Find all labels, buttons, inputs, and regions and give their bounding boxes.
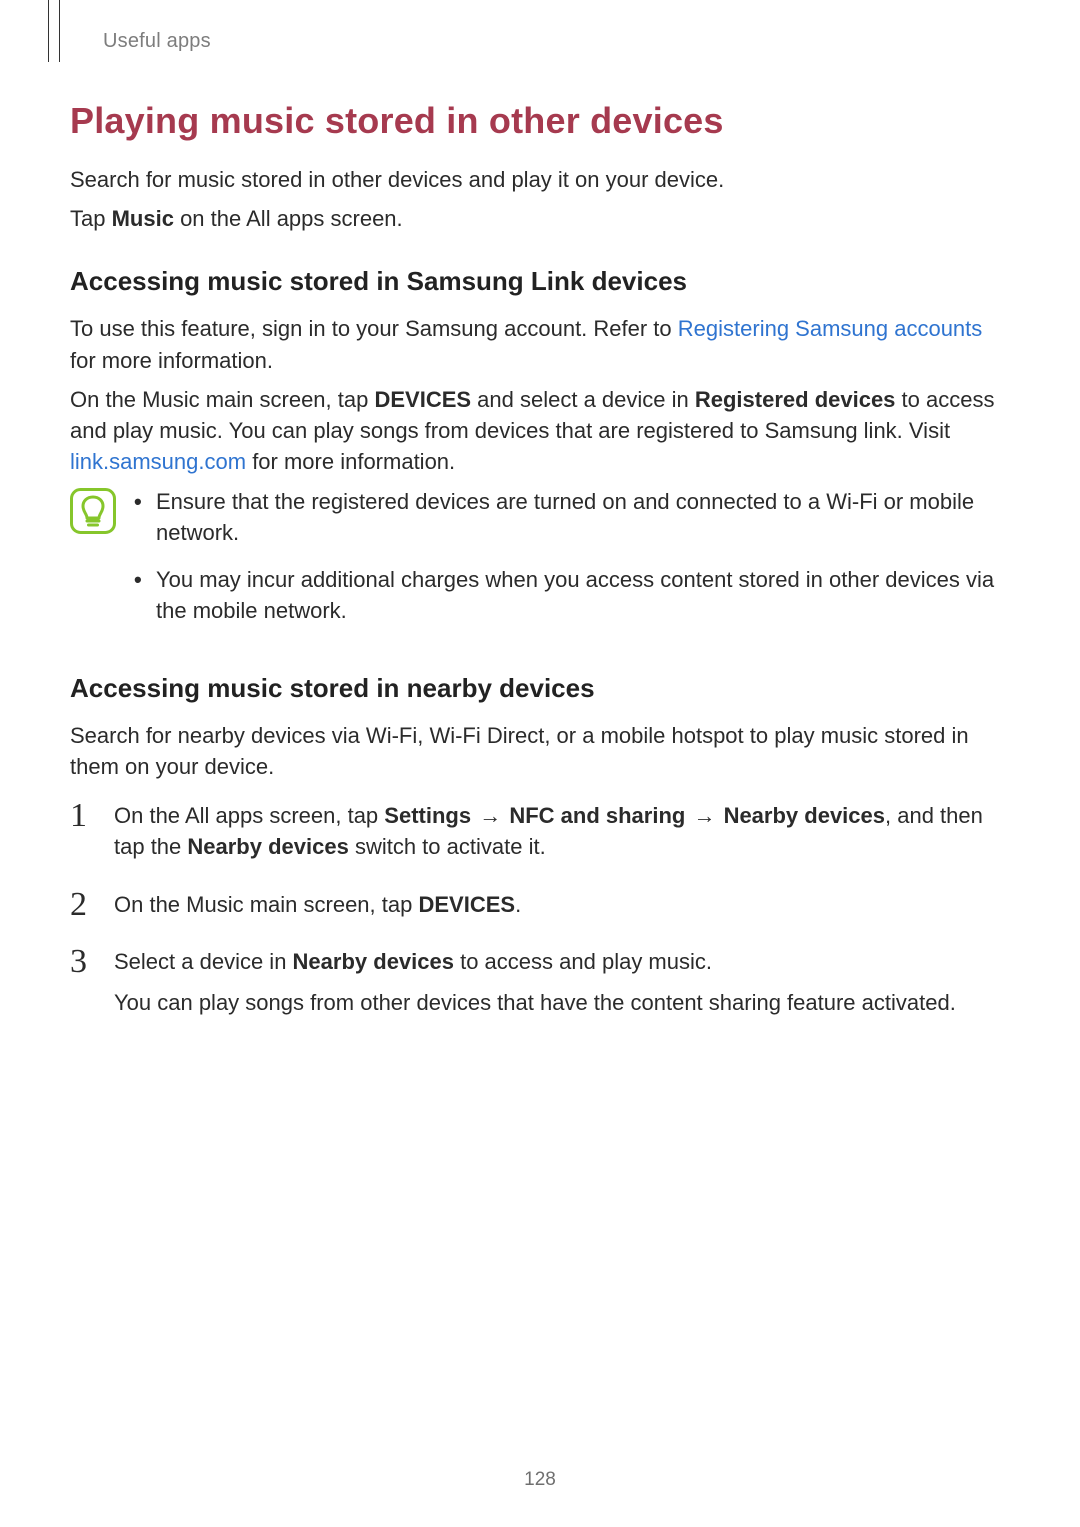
- text: Tap: [70, 206, 112, 231]
- text: and select a device in: [471, 387, 695, 412]
- page-content: Playing music stored in other devices Se…: [70, 100, 1010, 1044]
- note-list: Ensure that the registered devices are t…: [134, 486, 1010, 643]
- samsung-link-p2: On the Music main screen, tap DEVICES an…: [70, 384, 1010, 478]
- bold-nearby-devices: Nearby devices: [724, 803, 885, 828]
- bold-nearby-devices: Nearby devices: [293, 949, 454, 974]
- text: To use this feature, sign in to your Sam…: [70, 316, 678, 341]
- intro-p1: Search for music stored in other devices…: [70, 164, 1010, 195]
- step-3-text: Select a device in Nearby devices to acc…: [114, 946, 1010, 977]
- samsung-link-p1: To use this feature, sign in to your Sam…: [70, 313, 1010, 375]
- step-number: 2: [70, 881, 87, 929]
- step-3-extra: You can play songs from other devices th…: [114, 987, 1010, 1018]
- step-3: 3 Select a device in Nearby devices to a…: [70, 946, 1010, 1018]
- note-block: Ensure that the registered devices are t…: [70, 486, 1010, 643]
- note-icon: [70, 488, 116, 534]
- bold-music: Music: [112, 206, 174, 231]
- text: to access and play music.: [454, 949, 712, 974]
- step-2: 2 On the Music main screen, tap DEVICES.: [70, 889, 1010, 920]
- page-corner-mark: [48, 0, 60, 62]
- note-item: You may incur additional charges when yo…: [134, 564, 1010, 626]
- text: on the All apps screen.: [174, 206, 403, 231]
- step-number: 1: [70, 792, 87, 840]
- text: On the Music main screen, tap: [70, 387, 374, 412]
- note-item: Ensure that the registered devices are t…: [134, 486, 1010, 548]
- text: for more information.: [70, 348, 273, 373]
- nearby-intro: Search for nearby devices via Wi-Fi, Wi-…: [70, 720, 1010, 782]
- text: .: [515, 892, 521, 917]
- text: On the Music main screen, tap: [114, 892, 418, 917]
- section-title: Playing music stored in other devices: [70, 100, 1010, 142]
- bold-devices: DEVICES: [418, 892, 515, 917]
- bold-nfc-sharing: NFC and sharing: [509, 803, 685, 828]
- step-1-text: On the All apps screen, tap Settings → N…: [114, 800, 1010, 862]
- bold-devices: DEVICES: [374, 387, 471, 412]
- text: Select a device in: [114, 949, 293, 974]
- bold-settings: Settings: [384, 803, 471, 828]
- steps-list: 1 On the All apps screen, tap Settings →…: [70, 800, 1010, 1018]
- link-registering-accounts[interactable]: Registering Samsung accounts: [678, 316, 983, 341]
- link-samsung-com[interactable]: link.samsung.com: [70, 449, 246, 474]
- heading-nearby: Accessing music stored in nearby devices: [70, 673, 1010, 704]
- page-number: 128: [0, 1469, 1080, 1491]
- bold-registered-devices: Registered devices: [695, 387, 896, 412]
- intro-p2: Tap Music on the All apps screen.: [70, 203, 1010, 234]
- heading-samsung-link: Accessing music stored in Samsung Link d…: [70, 266, 1010, 297]
- step-number: 3: [70, 938, 87, 986]
- bold-nearby-devices-2: Nearby devices: [187, 834, 348, 859]
- text: On the All apps screen, tap: [114, 803, 384, 828]
- text: switch to activate it.: [349, 834, 546, 859]
- arrow-icon: →: [685, 803, 723, 828]
- text: for more information.: [246, 449, 455, 474]
- step-2-text: On the Music main screen, tap DEVICES.: [114, 889, 1010, 920]
- running-head: Useful apps: [103, 30, 211, 53]
- step-1: 1 On the All apps screen, tap Settings →…: [70, 800, 1010, 862]
- arrow-icon: →: [471, 803, 509, 828]
